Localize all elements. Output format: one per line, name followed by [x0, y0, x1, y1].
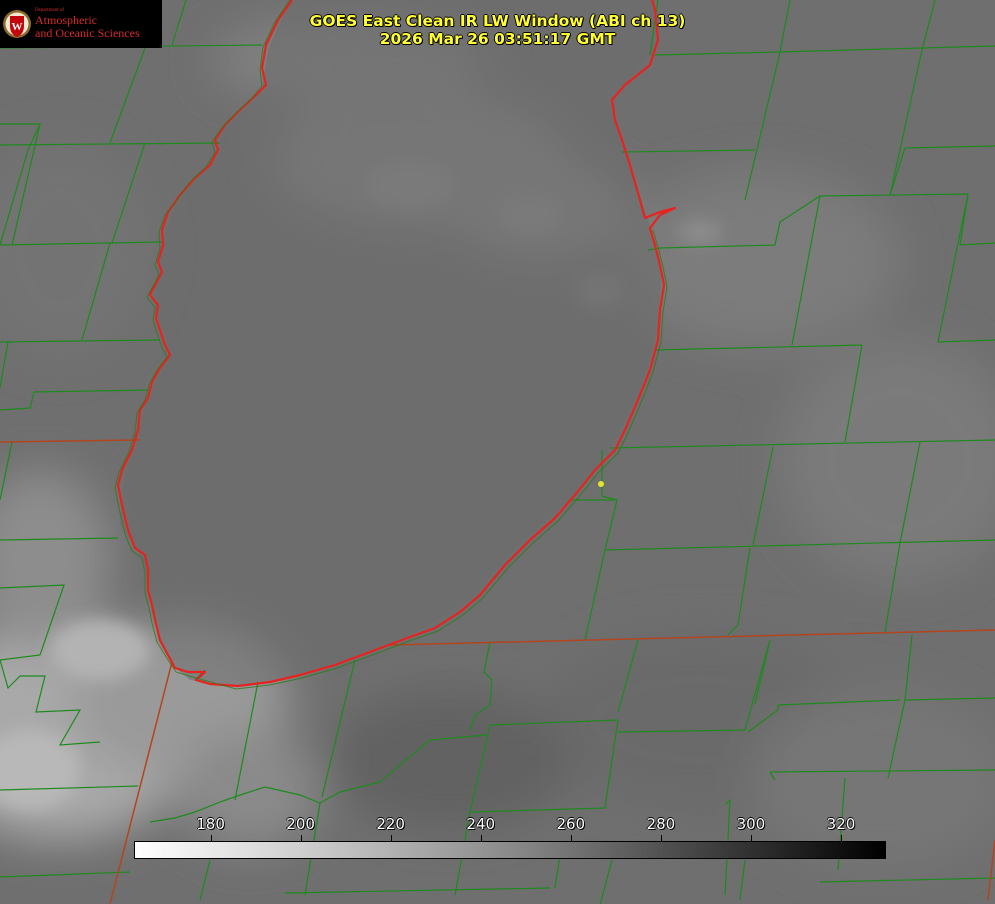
colorbar-tick-label: 240 — [466, 815, 496, 833]
colorbar-tick-mark — [210, 835, 212, 842]
satellite-map — [0, 0, 995, 904]
colorbar-tick-label: 300 — [736, 815, 766, 833]
colorbar-tick-mark — [390, 835, 392, 842]
colorbar-tick-label: 280 — [646, 815, 676, 833]
colorbar-tick-label: 260 — [556, 815, 586, 833]
colorbar-tick-mark — [750, 835, 752, 842]
colorbar-tick-mark — [480, 835, 482, 842]
colorbar-tick-label: 180 — [196, 815, 225, 833]
colorbar-tick-label: 220 — [376, 815, 405, 833]
colorbar-tick-mark — [300, 835, 302, 842]
product-title: GOES East Clean IR LW Window (ABI ch 13) — [309, 12, 686, 30]
station-marker — [598, 481, 604, 487]
colorbar — [134, 841, 886, 859]
colorbar-tick-mark — [570, 835, 572, 842]
colorbar-gradient — [134, 841, 886, 859]
colorbar-tick-mark — [660, 835, 662, 842]
colorbar-tick-label: 200 — [286, 815, 315, 833]
timestamp: 2026 Mar 26 03:51:17 GMT — [379, 30, 616, 48]
colorbar-tick-mark — [840, 835, 842, 842]
colorbar-tick-label: 320 — [826, 815, 856, 833]
